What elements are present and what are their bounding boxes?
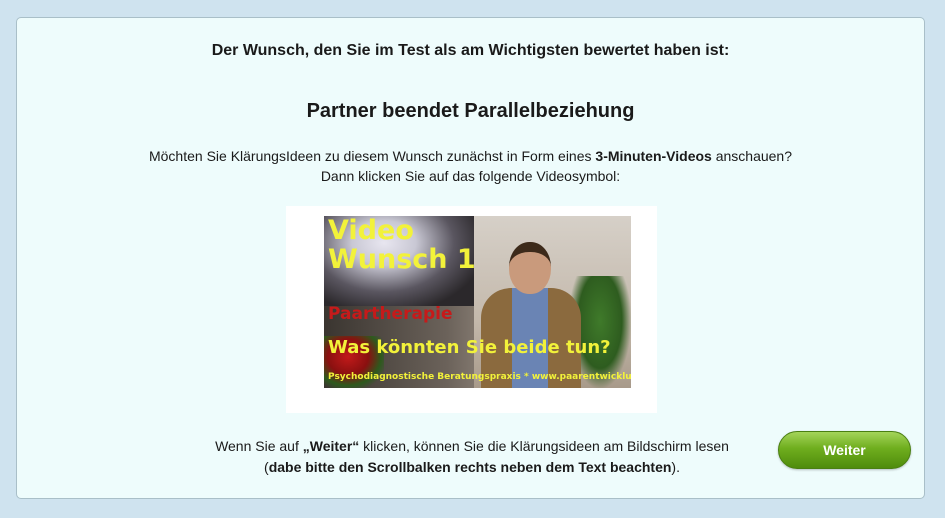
weiter-button[interactable]: Weiter	[778, 431, 911, 469]
presenter-head	[509, 242, 551, 294]
video-title-line1: Video	[328, 216, 414, 246]
video-title-line2: Wunsch 1	[328, 244, 476, 275]
video-question: Möchten Sie KlärungsIdeen zu diesem Wuns…	[17, 146, 924, 186]
page-heading: Der Wunsch, den Sie im Test als am Wicht…	[211, 42, 730, 59]
video-thumbnail-frame[interactable]: Video Wunsch 1 Paartherapie Was könnten …	[286, 206, 657, 413]
video-thumbnail[interactable]: Video Wunsch 1 Paartherapie Was könnten …	[324, 216, 631, 388]
video-question-line1: Möchten Sie KlärungsIdeen zu diesem Wuns…	[148, 148, 793, 164]
video-question-text: Was könnten Sie beide tun?	[328, 337, 611, 358]
continue-info: Wenn Sie auf „Weiter“ klicken, können Si…	[215, 438, 729, 475]
video-question-line2: Dann klicken Sie auf das folgende Videos…	[320, 168, 621, 184]
video-subtitle: Paartherapie	[328, 304, 453, 324]
wish-title: Partner beendet Parallelbeziehung	[306, 100, 635, 122]
main-panel: Der Wunsch, den Sie im Test als am Wicht…	[16, 17, 925, 499]
video-footer-text: Psychodiagnostische Beratungspraxis * ww…	[328, 372, 631, 382]
